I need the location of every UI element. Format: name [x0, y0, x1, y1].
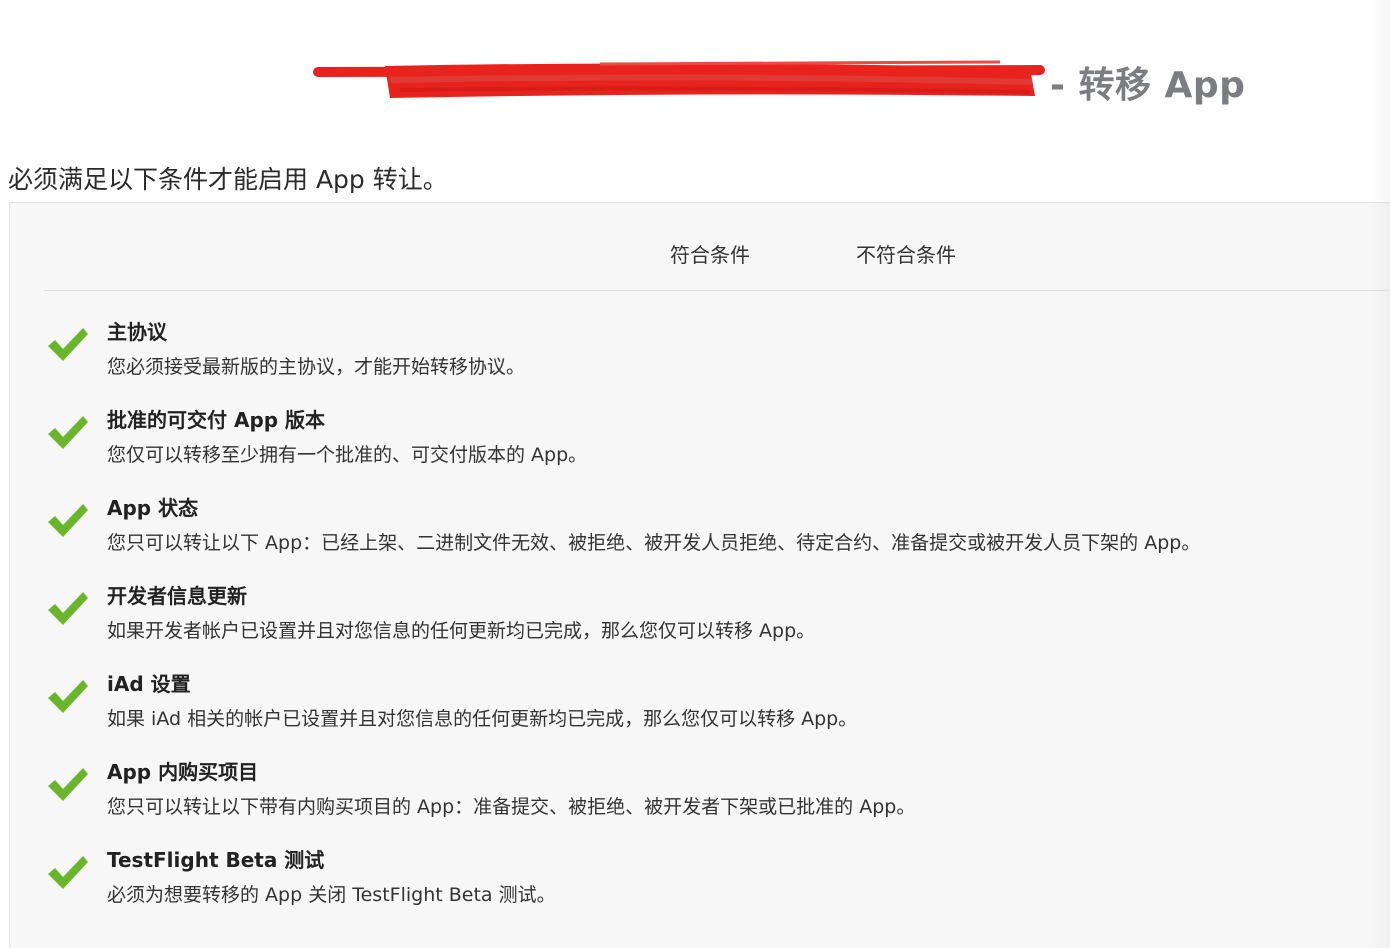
criteria-panel: 符合条件 不符合条件 主协议 您必须接受最新版的主协议，才能开始转移协议。 批准… — [9, 202, 1390, 948]
checkmark-icon — [48, 680, 88, 713]
criterion-row-app-status: App 状态 您只可以转让以下 App：已经上架、二进制文件无效、被拒绝、被开发… — [10, 492, 1390, 580]
criterion-row-in-app-purchases: App 内购买项目 您只可以转让以下带有内购买项目的 App：准备提交、被拒绝、… — [10, 756, 1390, 844]
criterion-row-testflight: TestFlight Beta 测试 必须为想要转移的 App 关闭 TestF… — [10, 844, 1390, 932]
criterion-description: 必须为想要转移的 App 关闭 TestFlight Beta 测试。 — [107, 884, 556, 906]
criterion-title: App 内购买项目 — [107, 760, 259, 784]
criterion-title: iAd 设置 — [107, 672, 191, 696]
criterion-row-approved-version: 批准的可交付 App 版本 您仅可以转移至少拥有一个批准的、可交付版本的 App… — [10, 404, 1390, 492]
criterion-row-master-agreement: 主协议 您必须接受最新版的主协议，才能开始转移协议。 — [10, 316, 1390, 404]
criterion-description: 您只可以转让以下 App：已经上架、二进制文件无效、被拒绝、被开发人员拒绝、待定… — [107, 532, 1201, 554]
column-header-meets: 符合条件 — [670, 243, 750, 267]
criterion-title: App 状态 — [107, 496, 199, 520]
checkmark-icon — [48, 592, 88, 625]
criterion-row-iad-settings: iAd 设置 如果 iAd 相关的帐户已设置并且对您信息的任何更新均已完成，那么… — [10, 668, 1390, 756]
criterion-title: 主协议 — [107, 320, 167, 344]
redaction-scribble — [313, 60, 1045, 98]
criteria-list: 主协议 您必须接受最新版的主协议，才能开始转移协议。 批准的可交付 App 版本… — [10, 316, 1390, 932]
intro-text: 必须满足以下条件才能启用 App 转让。 — [8, 165, 448, 194]
criterion-row-developer-info: 开发者信息更新 如果开发者帐户已设置并且对您信息的任何更新均已完成，那么您仅可以… — [10, 580, 1390, 668]
criterion-title: 开发者信息更新 — [107, 584, 247, 608]
checkmark-icon — [48, 328, 88, 361]
scroll-edge-shadow — [1368, 0, 1390, 948]
criterion-description: 您只可以转让以下带有内购买项目的 App：准备提交、被拒绝、被开发者下架或已批准… — [107, 796, 916, 818]
criterion-title: 批准的可交付 App 版本 — [107, 408, 326, 432]
column-header-not-meets: 不符合条件 — [856, 243, 956, 267]
header-divider — [44, 290, 1390, 291]
criterion-description: 您必须接受最新版的主协议，才能开始转移协议。 — [107, 356, 526, 378]
criterion-title: TestFlight Beta 测试 — [107, 848, 325, 872]
page-header: - 转移 App — [0, 0, 1390, 140]
checkmark-icon — [48, 768, 88, 801]
criterion-description: 您仅可以转移至少拥有一个批准的、可交付版本的 App。 — [107, 444, 588, 466]
checkmark-icon — [48, 504, 88, 537]
page-title: - 转移 App — [1050, 65, 1246, 106]
checkmark-icon — [48, 856, 88, 889]
checkmark-icon — [48, 416, 88, 449]
criterion-description: 如果 iAd 相关的帐户已设置并且对您信息的任何更新均已完成，那么您仅可以转移 … — [107, 708, 858, 730]
criterion-description: 如果开发者帐户已设置并且对您信息的任何更新均已完成，那么您仅可以转移 App。 — [107, 620, 816, 642]
